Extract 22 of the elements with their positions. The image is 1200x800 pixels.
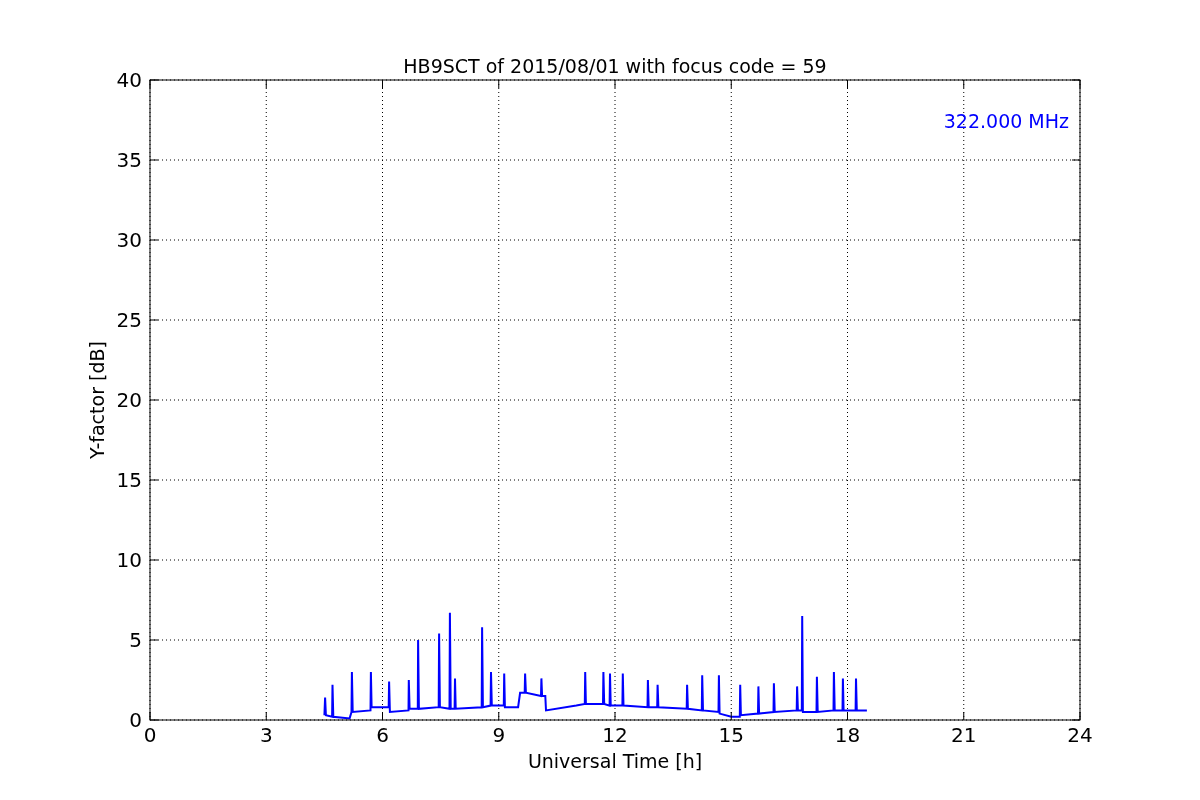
y-tick-label: 5 bbox=[129, 628, 142, 652]
y-tick-label: 25 bbox=[116, 308, 142, 332]
y-axis-label: Y-factor [dB] bbox=[86, 341, 108, 459]
chart-title: HB9SCT of 2015/08/01 with focus code = 59 bbox=[403, 55, 827, 77]
x-tick-label: 0 bbox=[143, 723, 157, 747]
x-tick-label: 24 bbox=[1067, 723, 1093, 747]
y-tick-label: 35 bbox=[116, 148, 142, 172]
y-tick-label: 15 bbox=[116, 468, 142, 492]
x-tick-label: 6 bbox=[376, 723, 389, 747]
y-tick-label: 20 bbox=[116, 388, 142, 412]
x-tick-label: 15 bbox=[718, 723, 744, 747]
x-tick-label: 21 bbox=[951, 723, 977, 747]
x-tick-label: 18 bbox=[834, 723, 861, 747]
y-tick-label: 40 bbox=[116, 68, 142, 92]
x-tick-label: 9 bbox=[492, 723, 506, 747]
x-axis-label: Universal Time [h] bbox=[527, 750, 703, 772]
y-tick-label: 30 bbox=[116, 228, 142, 252]
x-tick-label: 12 bbox=[602, 723, 628, 747]
frequency-label: 322.000 MHz bbox=[943, 110, 1069, 132]
y-tick-label: 0 bbox=[129, 708, 142, 732]
y-tick-label: 10 bbox=[116, 548, 142, 572]
x-tick-label: 3 bbox=[259, 723, 273, 747]
